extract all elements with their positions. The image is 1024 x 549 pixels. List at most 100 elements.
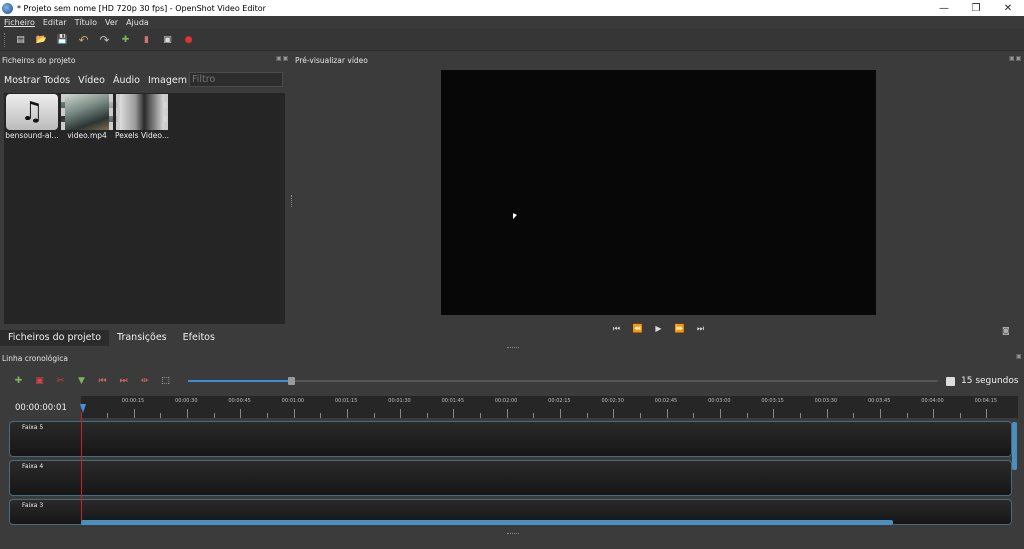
ruler-tick [560, 409, 562, 418]
files-panel-dock-buttons[interactable]: ▣▣ [276, 55, 289, 62]
profile-icon[interactable]: ▮ [136, 31, 157, 49]
panel-splitter[interactable] [291, 195, 292, 207]
import-icon[interactable]: ✚ [115, 31, 136, 49]
timeline-toolbar: ✚ ▣ ✂ ▼ ⏮ ⏭ ⇹ ⬚ [8, 372, 176, 390]
toolbar-grip[interactable] [4, 32, 6, 47]
undo-icon[interactable]: ↶ [73, 31, 94, 49]
save-icon[interactable]: 💾 [52, 31, 73, 49]
snapping-icon[interactable]: ▣ [29, 376, 50, 386]
project-files-list[interactable]: ♫ bensound-al... video.mp4 Pexels Video.… [4, 93, 285, 324]
jump-start-icon[interactable]: ⏮ [606, 324, 627, 334]
timeline-horizontal-scrollbar[interactable] [81, 520, 893, 525]
files-panel-header: Ficheiros do projeto [2, 55, 76, 65]
track-label: Faixa 4 [22, 463, 44, 470]
ruler-tick [853, 413, 855, 418]
ruler-tick [346, 409, 348, 418]
ruler-tick-label: 00:02:00 [494, 398, 518, 404]
ruler-tick-label: 00:00:15 [121, 398, 145, 404]
track-label: Faixa 5 [22, 424, 44, 431]
open-file-icon[interactable]: 📂 [31, 31, 52, 49]
files-filter-tabs: Mostrar Todos Vídeo Áudio Imagem [4, 71, 195, 89]
track-faixa-5[interactable]: Faixa 5 [9, 421, 1012, 457]
record-icon[interactable]: ● [178, 31, 199, 49]
audio-file-thumbnail[interactable]: ♫ [6, 94, 58, 130]
video-file-thumbnail[interactable] [61, 94, 113, 130]
timeline-ruler[interactable]: 00:00:15 00:00:30 00:00:45 00:01:00 00:01:15… [81, 396, 1018, 418]
redo-icon[interactable]: ↷ [94, 31, 115, 49]
zoom-label: 15 segundos [961, 376, 1019, 386]
next-marker-icon[interactable]: ⏭ [113, 376, 134, 386]
horizontal-splitter[interactable] [507, 347, 519, 348]
ruler-tick-label: 00:01:15 [334, 398, 358, 404]
openshot-logo-icon [2, 2, 13, 14]
zoom-out-icon[interactable]: ⬚ [155, 376, 176, 386]
previous-marker-icon[interactable]: ⏮ [92, 376, 113, 386]
add-marker-icon[interactable]: ▼ [71, 376, 92, 386]
menu-titulo[interactable]: Título [75, 18, 97, 27]
fast-forward-icon[interactable]: ⏩ [669, 324, 690, 334]
play-icon[interactable]: ▶ [648, 324, 669, 334]
window-title: * Projeto sem nome [HD 720p 30 fps] - Op… [17, 3, 266, 13]
ruler-tick [506, 409, 508, 418]
video-preview-canvas[interactable] [441, 70, 876, 315]
tab-project-files[interactable]: Ficheiros do projeto [0, 330, 110, 346]
track-faixa-4[interactable]: Faixa 4 [9, 460, 1012, 496]
ruler-tick-label: 00:01:00 [281, 398, 305, 404]
mouse-cursor-icon [513, 213, 517, 221]
maximize-button[interactable]: ❐ [960, 0, 992, 16]
timeline-dock-buttons[interactable]: ▣ [1016, 353, 1023, 360]
ruler-tick [426, 413, 428, 418]
ruler-tick-label: 00:01:30 [388, 398, 411, 404]
razor-icon[interactable]: ✂ [50, 376, 71, 386]
tab-transitions[interactable]: Transições [109, 330, 175, 346]
ruler-tick-label: 00:04:15 [974, 398, 998, 404]
fullscreen-icon[interactable]: ▣ [157, 31, 178, 49]
preview-panel-dock-buttons[interactable]: ▣▣ [1009, 55, 1022, 62]
ruler-tick [133, 409, 135, 418]
ruler-tick [107, 413, 108, 418]
filter-input[interactable] [189, 72, 283, 87]
timeline-header: Linha cronológica [2, 353, 68, 363]
tab-audio[interactable]: Áudio [113, 75, 140, 86]
close-button[interactable]: ✕ [992, 0, 1024, 16]
playhead-line [81, 412, 82, 522]
new-file-icon[interactable]: ▤ [10, 31, 31, 49]
ruler-tick [959, 413, 961, 418]
ruler-tick-label: 00:03:30 [814, 398, 838, 404]
ruler-tick [320, 413, 322, 418]
zoom-slider-fill[interactable] [188, 380, 293, 382]
jump-end-icon[interactable]: ⏭ [690, 324, 711, 334]
ruler-tick [533, 413, 535, 418]
timeline-vertical-scrollbar[interactable] [1012, 422, 1017, 470]
tab-effects[interactable]: Efeitos [175, 330, 223, 346]
camera-icon[interactable]: ◙ [1002, 326, 1010, 335]
ruler-tick-label: 00:03:15 [761, 398, 784, 404]
menu-ficheiro[interactable]: Ficheiro [4, 18, 35, 27]
ruler-tick-label: 00:00:45 [228, 398, 251, 404]
tab-imagem[interactable]: Imagem [148, 75, 187, 86]
ruler-tick [586, 413, 588, 418]
menu-editar[interactable]: Editar [43, 18, 67, 27]
track-label: Faixa 3 [22, 502, 44, 509]
files-bottom-tabs: Ficheiros do projeto Transições Efeitos [0, 330, 223, 346]
video-file-thumbnail[interactable] [116, 94, 168, 130]
center-timeline-icon[interactable]: ⇹ [134, 376, 155, 386]
preview-panel-header: Pré-visualizar vídeo [295, 55, 368, 65]
rewind-icon[interactable]: ⏪ [627, 324, 648, 334]
tab-video[interactable]: Vídeo [78, 75, 105, 86]
menu-ajuda[interactable]: Ajuda [126, 18, 149, 27]
bottom-splitter[interactable] [507, 533, 519, 534]
ruler-tick [879, 409, 881, 418]
add-track-icon[interactable]: ✚ [8, 376, 29, 386]
menu-ver[interactable]: Ver [105, 18, 118, 27]
ruler-tick [480, 413, 482, 418]
minimize-button[interactable]: — [928, 0, 960, 16]
ruler-tick-label: 00:01:45 [441, 398, 465, 404]
ruler-tick [160, 413, 162, 418]
ruler-tick [293, 409, 295, 418]
zoom-slider-handle[interactable] [288, 377, 295, 385]
tab-mostrar-todos[interactable]: Mostrar Todos [4, 75, 70, 86]
zoom-slider-track[interactable] [293, 380, 938, 382]
ruler-tick-label: 00:02:45 [654, 398, 678, 404]
zoom-in-icon[interactable] [946, 377, 955, 386]
